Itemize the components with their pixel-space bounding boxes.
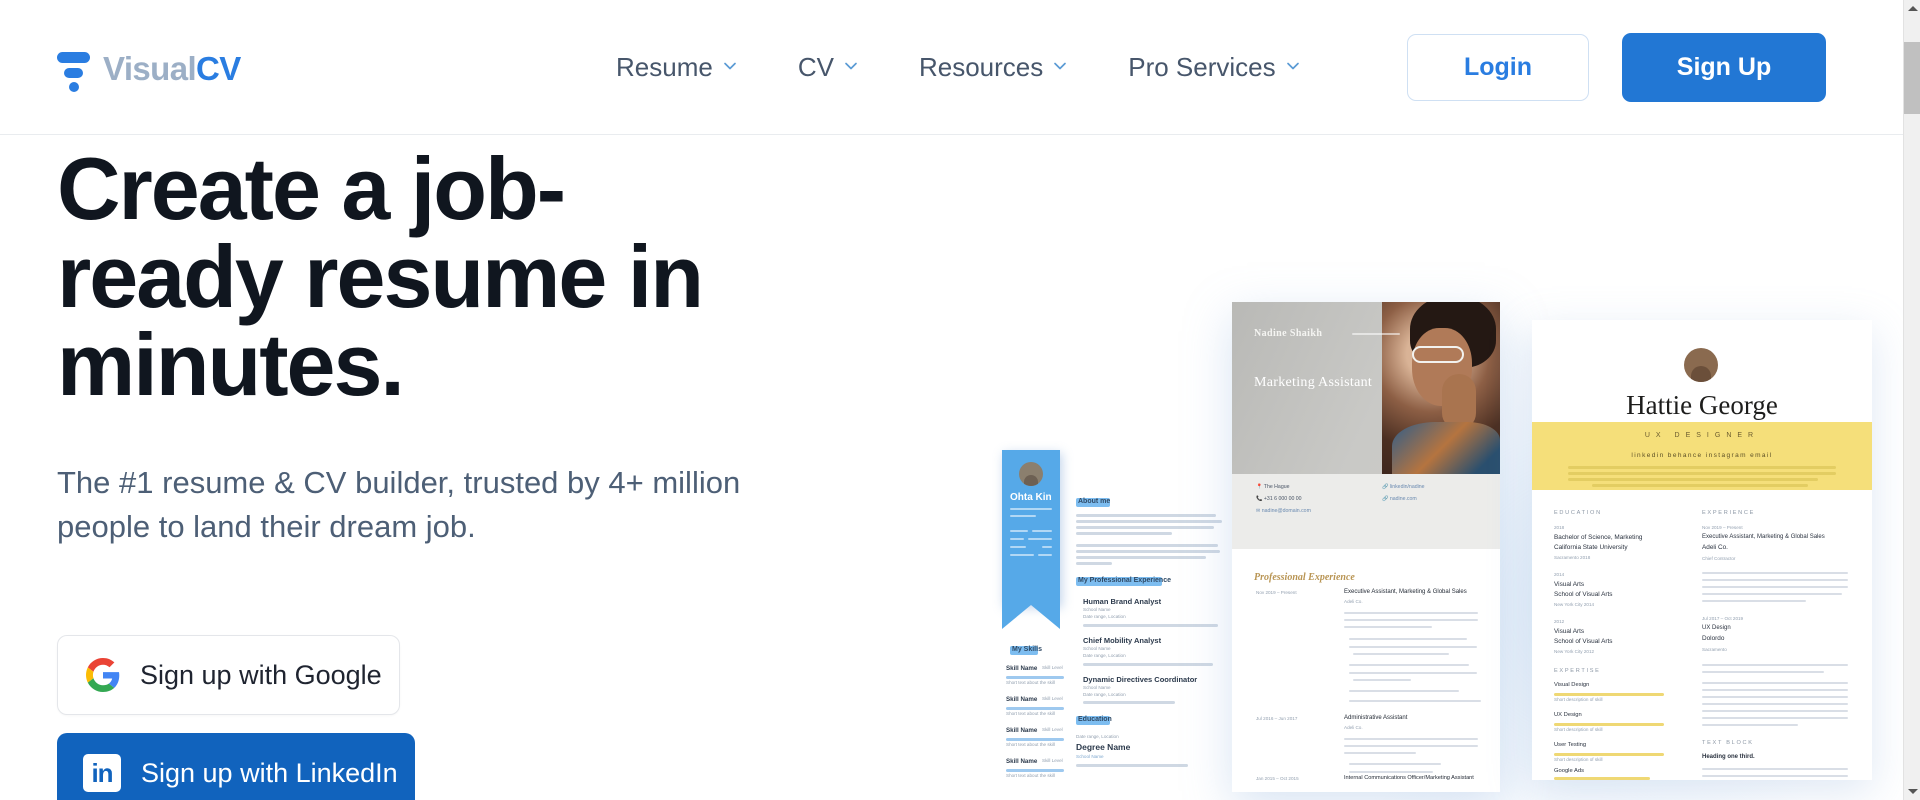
- resume-contact-block: 📍 The Hague 📞 +31 6 000 00 00 ✉ nadine@d…: [1232, 474, 1500, 549]
- resume-preview-ohta-kin[interactable]: Ohta Kin About me My Professional Experi…: [1002, 450, 1227, 785]
- signup-with-linkedin-button[interactable]: in Sign up with LinkedIn: [57, 733, 415, 800]
- signup-with-google-button[interactable]: Sign up with Google: [57, 635, 400, 715]
- resume-section-heading: TEXT BLOCK: [1702, 740, 1754, 746]
- resume-preview-hattie-george[interactable]: Hattie George UX DESIGNER linkedin behan…: [1532, 320, 1872, 780]
- resume-name: Ohta Kin: [1010, 492, 1052, 503]
- nav-item-resources[interactable]: Resources: [888, 52, 1097, 83]
- triangle-down-icon: [1907, 789, 1918, 794]
- resume-section-heading: EDUCATION: [1554, 510, 1602, 516]
- portrait-photo: [1382, 302, 1500, 474]
- resume-role: Marketing Assistant: [1254, 375, 1373, 390]
- resume-job-title: Administrative Assistant: [1344, 715, 1408, 721]
- resume-job-title: UX Design: [1702, 625, 1731, 631]
- signup-button-label: Sign Up: [1676, 53, 1772, 81]
- resume-name: Nadine Shaikh: [1254, 328, 1323, 339]
- nav-item-cv[interactable]: CV: [767, 52, 888, 83]
- resume-section-heading: Education: [1078, 716, 1112, 723]
- nav-item-label: CV: [797, 52, 834, 82]
- resume-name: Hattie George: [1626, 390, 1778, 420]
- resume-photo-header: Nadine Shaikh Marketing Assistant: [1232, 302, 1500, 474]
- resume-job-title: Executive Assistant, Marketing & Global …: [1702, 534, 1825, 540]
- browser-page: VisualCV Resume CV Resources Pro Service…: [0, 0, 1920, 800]
- signup-button[interactable]: Sign Up: [1622, 33, 1826, 102]
- resume-skill-name: Visual Design: [1554, 682, 1590, 688]
- google-g-icon: [86, 658, 120, 692]
- chevron-down-icon: [1052, 58, 1067, 72]
- resume-section-heading: About me: [1078, 498, 1111, 505]
- nav-item-resume[interactable]: Resume: [585, 52, 767, 83]
- logo-word-visual: Visual: [103, 49, 197, 87]
- hero-text-column: Create a job-ready resume in minutes. Th…: [57, 135, 877, 549]
- resume-section-heading: EXPERIENCE: [1702, 510, 1756, 516]
- resume-section-heading: Professional Experience: [1254, 572, 1355, 583]
- resume-skill-name: UX Design: [1554, 712, 1582, 718]
- logo-wordmark: VisualCV: [103, 52, 241, 85]
- resume-role: UX DESIGNER: [1644, 432, 1760, 439]
- scroll-down-button[interactable]: [1904, 783, 1920, 800]
- resume-school: California State University: [1554, 544, 1628, 551]
- nav-item-pro-services[interactable]: Pro Services: [1097, 52, 1329, 83]
- resume-job-title: Chief Mobility Analyst: [1083, 636, 1162, 645]
- main-navigation: Resume CV Resources Pro Services: [585, 0, 1330, 135]
- scrollbar-thumb[interactable]: [1904, 42, 1920, 114]
- funnel-icon: [57, 47, 90, 92]
- resume-degree: Visual Arts: [1554, 581, 1585, 588]
- resume-job-title: Dynamic Directives Coordinator: [1083, 675, 1198, 684]
- resume-skill-name: Google Ads: [1554, 768, 1584, 774]
- signup-with-google-label: Sign up with Google: [140, 659, 382, 690]
- resume-preview-nadine-shaikh[interactable]: Nadine Shaikh Marketing Assistant 📍 The …: [1232, 302, 1500, 792]
- resume-blue-banner: Ohta Kin: [1002, 450, 1060, 629]
- site-header: VisualCV Resume CV Resources Pro Service…: [0, 0, 1903, 135]
- resume-section-heading: My Professional Experience: [1078, 577, 1171, 584]
- scroll-up-button[interactable]: [1904, 0, 1920, 17]
- resume-links: linkedin behance instagram email: [1631, 452, 1773, 459]
- signup-with-linkedin-label: Sign up with LinkedIn: [141, 757, 398, 788]
- resume-job-title: Executive Assistant, Marketing & Global …: [1344, 589, 1467, 595]
- chevron-down-icon: [843, 58, 857, 72]
- resume-job-title: Human Brand Analyst: [1083, 597, 1162, 606]
- chevron-down-icon: [722, 58, 736, 72]
- triangle-up-icon: [1907, 6, 1918, 11]
- nav-item-label: Pro Services: [1128, 52, 1276, 82]
- login-button-label: Login: [1463, 53, 1533, 81]
- vertical-scrollbar[interactable]: [1903, 0, 1920, 800]
- resume-skill-name: Skill Name: [1006, 665, 1038, 672]
- chevron-down-icon: [1285, 58, 1299, 72]
- page-viewport: VisualCV Resume CV Resources Pro Service…: [0, 0, 1903, 800]
- resume-degree: Degree Name: [1076, 742, 1131, 752]
- linkedin-in-icon: in: [83, 754, 121, 792]
- visualcv-logo[interactable]: VisualCV: [57, 47, 241, 92]
- logo-word-cv: CV: [196, 49, 241, 87]
- resume-degree: Bachelor of Science, Marketing: [1554, 534, 1643, 541]
- resume-section-heading: EXPERTISE: [1554, 668, 1601, 674]
- resume-templates-illustration: Ohta Kin About me My Professional Experi…: [980, 140, 1880, 800]
- resume-section-heading: My Skills: [1012, 646, 1042, 653]
- nav-item-label: Resume: [616, 52, 713, 82]
- nav-item-label: Resources: [918, 52, 1044, 82]
- resume-school: School of Visual Arts: [1554, 591, 1613, 598]
- avatar: [1684, 348, 1718, 382]
- resume-skill-name: User Testing: [1554, 742, 1587, 748]
- resume-degree: Visual Arts: [1554, 628, 1585, 635]
- resume-school: School of Visual Arts: [1554, 638, 1613, 645]
- hero-subheadline: The #1 resume & CV builder, trusted by 4…: [57, 465, 741, 545]
- resume-text-block-heading: Heading one third.: [1702, 754, 1755, 760]
- login-button[interactable]: Login: [1407, 34, 1589, 101]
- avatar: [1019, 462, 1043, 486]
- resume-job-title: Internal Communications Officer/Marketin…: [1344, 775, 1474, 781]
- page-title: Create a job-ready resume in minutes.: [57, 139, 704, 414]
